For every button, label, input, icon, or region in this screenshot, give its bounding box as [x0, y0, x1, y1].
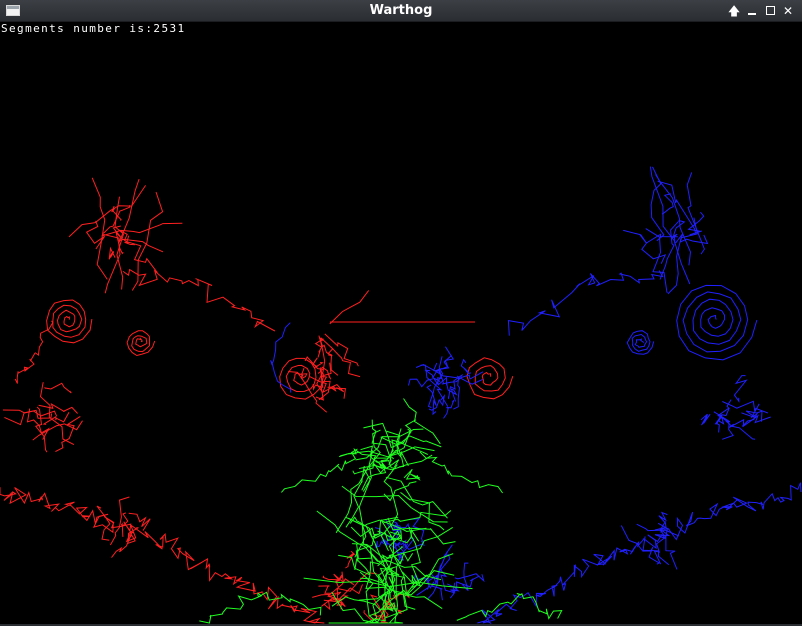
minimize-icon[interactable]	[744, 3, 760, 19]
fractal-segment	[741, 403, 760, 427]
fractal-segment	[700, 413, 711, 426]
fractal-segment	[439, 558, 456, 599]
window-title: Warthog	[369, 3, 433, 18]
fractal-segment	[0, 487, 325, 624]
fractal-segment	[102, 205, 131, 234]
fractal-segment	[728, 414, 771, 428]
fractal-segment	[345, 550, 356, 569]
fractal-spiral	[46, 299, 93, 344]
fractal-segment	[55, 415, 81, 453]
fractal-segment	[312, 357, 324, 369]
fractal-spiral	[676, 284, 758, 361]
fractal-segment	[44, 382, 72, 394]
fractal-segment	[199, 591, 322, 624]
fractal-drawing	[0, 166, 802, 624]
fractal-segment	[14, 320, 54, 384]
drawing-canvas[interactable]: Segments number is:2531	[0, 22, 802, 624]
fractal-segment	[507, 270, 664, 336]
fractal-segment	[385, 476, 448, 519]
fractal-segment	[638, 233, 667, 264]
red-fractal-branches	[0, 177, 514, 624]
up-arrow-icon[interactable]: 🡅	[726, 3, 742, 19]
fractal-segment	[38, 403, 78, 414]
fractal-segment	[477, 482, 802, 624]
fractal-segment	[330, 346, 361, 378]
close-icon[interactable]: ✕	[780, 3, 796, 19]
title-bar[interactable]: Warthog 🡅 ✕	[0, 0, 802, 22]
fractal-segment	[403, 398, 441, 445]
fractal-spiral	[126, 330, 156, 357]
fractal-segment	[354, 558, 380, 576]
maximize-icon[interactable]	[762, 3, 778, 19]
fractal-segment	[324, 333, 359, 367]
fractal-spiral	[466, 357, 514, 400]
window-menu-icon[interactable]	[6, 5, 20, 16]
fractal-segment	[335, 450, 374, 534]
fractal-segment	[419, 451, 504, 494]
fractal-segment	[623, 230, 678, 244]
fractal-segment	[281, 448, 358, 493]
blue-fractal-branches	[270, 166, 802, 624]
fractal-segment	[733, 375, 748, 403]
fractal-segment	[333, 571, 344, 584]
fractal-segment	[400, 492, 445, 531]
fractal-segment	[122, 268, 276, 332]
fractal-segment	[329, 290, 370, 325]
fractal-segment	[454, 573, 485, 583]
fractal-spiral	[626, 330, 655, 355]
app-window: Warthog 🡅 ✕ Segments number is:2531	[0, 0, 802, 626]
fractal-segment	[108, 246, 116, 260]
fractal-segment	[645, 228, 668, 294]
fractal-segment	[717, 407, 734, 440]
fractal-segment	[96, 505, 111, 541]
fractal-segment	[460, 358, 471, 374]
fractal-segment	[85, 220, 106, 250]
segments-count-label: Segments number is:2531	[1, 22, 186, 35]
fractal-segment	[667, 217, 698, 295]
fractal-segment	[109, 496, 130, 546]
fractal-segment	[403, 468, 421, 481]
